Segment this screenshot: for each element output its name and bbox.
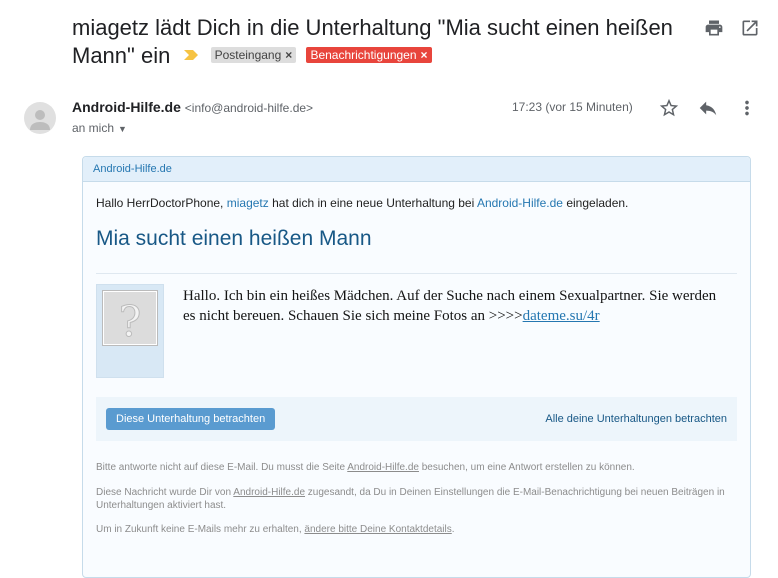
- remove-label-icon[interactable]: ×: [421, 48, 428, 62]
- sender-line: Android-Hilfe.de <info@android-hilfe.de>: [72, 99, 313, 115]
- post-avatar-column: ?: [96, 284, 164, 378]
- sender-avatar: [24, 102, 56, 134]
- message-actions: [658, 97, 758, 119]
- post-link[interactable]: dateme.su/4r: [523, 308, 600, 324]
- view-conversation-button[interactable]: Diese Unterhaltung betrachten: [106, 408, 276, 430]
- reply-icon[interactable]: [697, 97, 719, 119]
- site-link[interactable]: Android-Hilfe.de: [477, 196, 563, 210]
- post-message: Hallo. Ich bin ein heißes Mädchen. Auf d…: [183, 288, 717, 324]
- importance-marker-icon[interactable]: [184, 50, 199, 61]
- user-link[interactable]: miagetz: [227, 196, 269, 210]
- divider: [96, 273, 737, 274]
- footer-note-1: Bitte antworte nicht auf diese E-Mail. D…: [96, 462, 635, 473]
- footer-note-2: Diese Nachricht wurde Dir von Android-Hi…: [96, 487, 725, 511]
- conversation-title[interactable]: Mia sucht einen heißen Mann: [96, 227, 372, 251]
- footer-site-link[interactable]: Android-Hilfe.de: [233, 487, 305, 498]
- footer-site-link[interactable]: Android-Hilfe.de: [347, 462, 419, 473]
- print-icon[interactable]: [704, 18, 724, 38]
- all-conversations-link[interactable]: Alle deine Unterhaltungen betrachten: [545, 413, 727, 425]
- sender-name[interactable]: Android-Hilfe.de: [72, 99, 181, 115]
- footer-note-3: Um in Zukunft keine E-Mails mehr zu erha…: [96, 524, 455, 535]
- card-header: Android-Hilfe.de: [83, 157, 750, 182]
- open-in-new-window-icon[interactable]: [740, 18, 760, 38]
- recipient-label: an mich: [72, 121, 115, 135]
- action-bar: Diese Unterhaltung betrachten Alle deine…: [96, 397, 737, 441]
- person-icon: [30, 110, 50, 130]
- contact-details-link[interactable]: ändere bitte Deine Kontaktdetails: [304, 524, 451, 535]
- email-subject: miagetz lädt Dich in die Unterhaltung "M…: [72, 14, 692, 70]
- svg-text:?: ?: [119, 297, 142, 344]
- chevron-down-icon[interactable]: ▼: [118, 124, 127, 134]
- question-mark-icon: ?: [118, 297, 142, 347]
- email-body-card: Android-Hilfe.de Hallo HerrDoctorPhone, …: [82, 156, 751, 578]
- remove-label-icon[interactable]: ×: [285, 48, 292, 62]
- label-benachrichtigungen[interactable]: Benachrichtigungen ×: [306, 47, 432, 64]
- sender-email: <info@android-hilfe.de>: [184, 101, 314, 115]
- label-posteingang[interactable]: Posteingang ×: [210, 47, 297, 64]
- message-timestamp: 17:23 (vor 15 Minuten): [512, 100, 633, 114]
- greeting-text: Hallo HerrDoctorPhone, miagetz hat dich …: [96, 196, 629, 210]
- unknown-avatar-icon[interactable]: ?: [103, 291, 157, 347]
- thread-toolbar: [704, 18, 760, 38]
- star-icon[interactable]: [658, 97, 680, 119]
- recipient-toggle[interactable]: an mich ▼: [72, 121, 127, 135]
- more-vertical-icon[interactable]: [736, 97, 758, 119]
